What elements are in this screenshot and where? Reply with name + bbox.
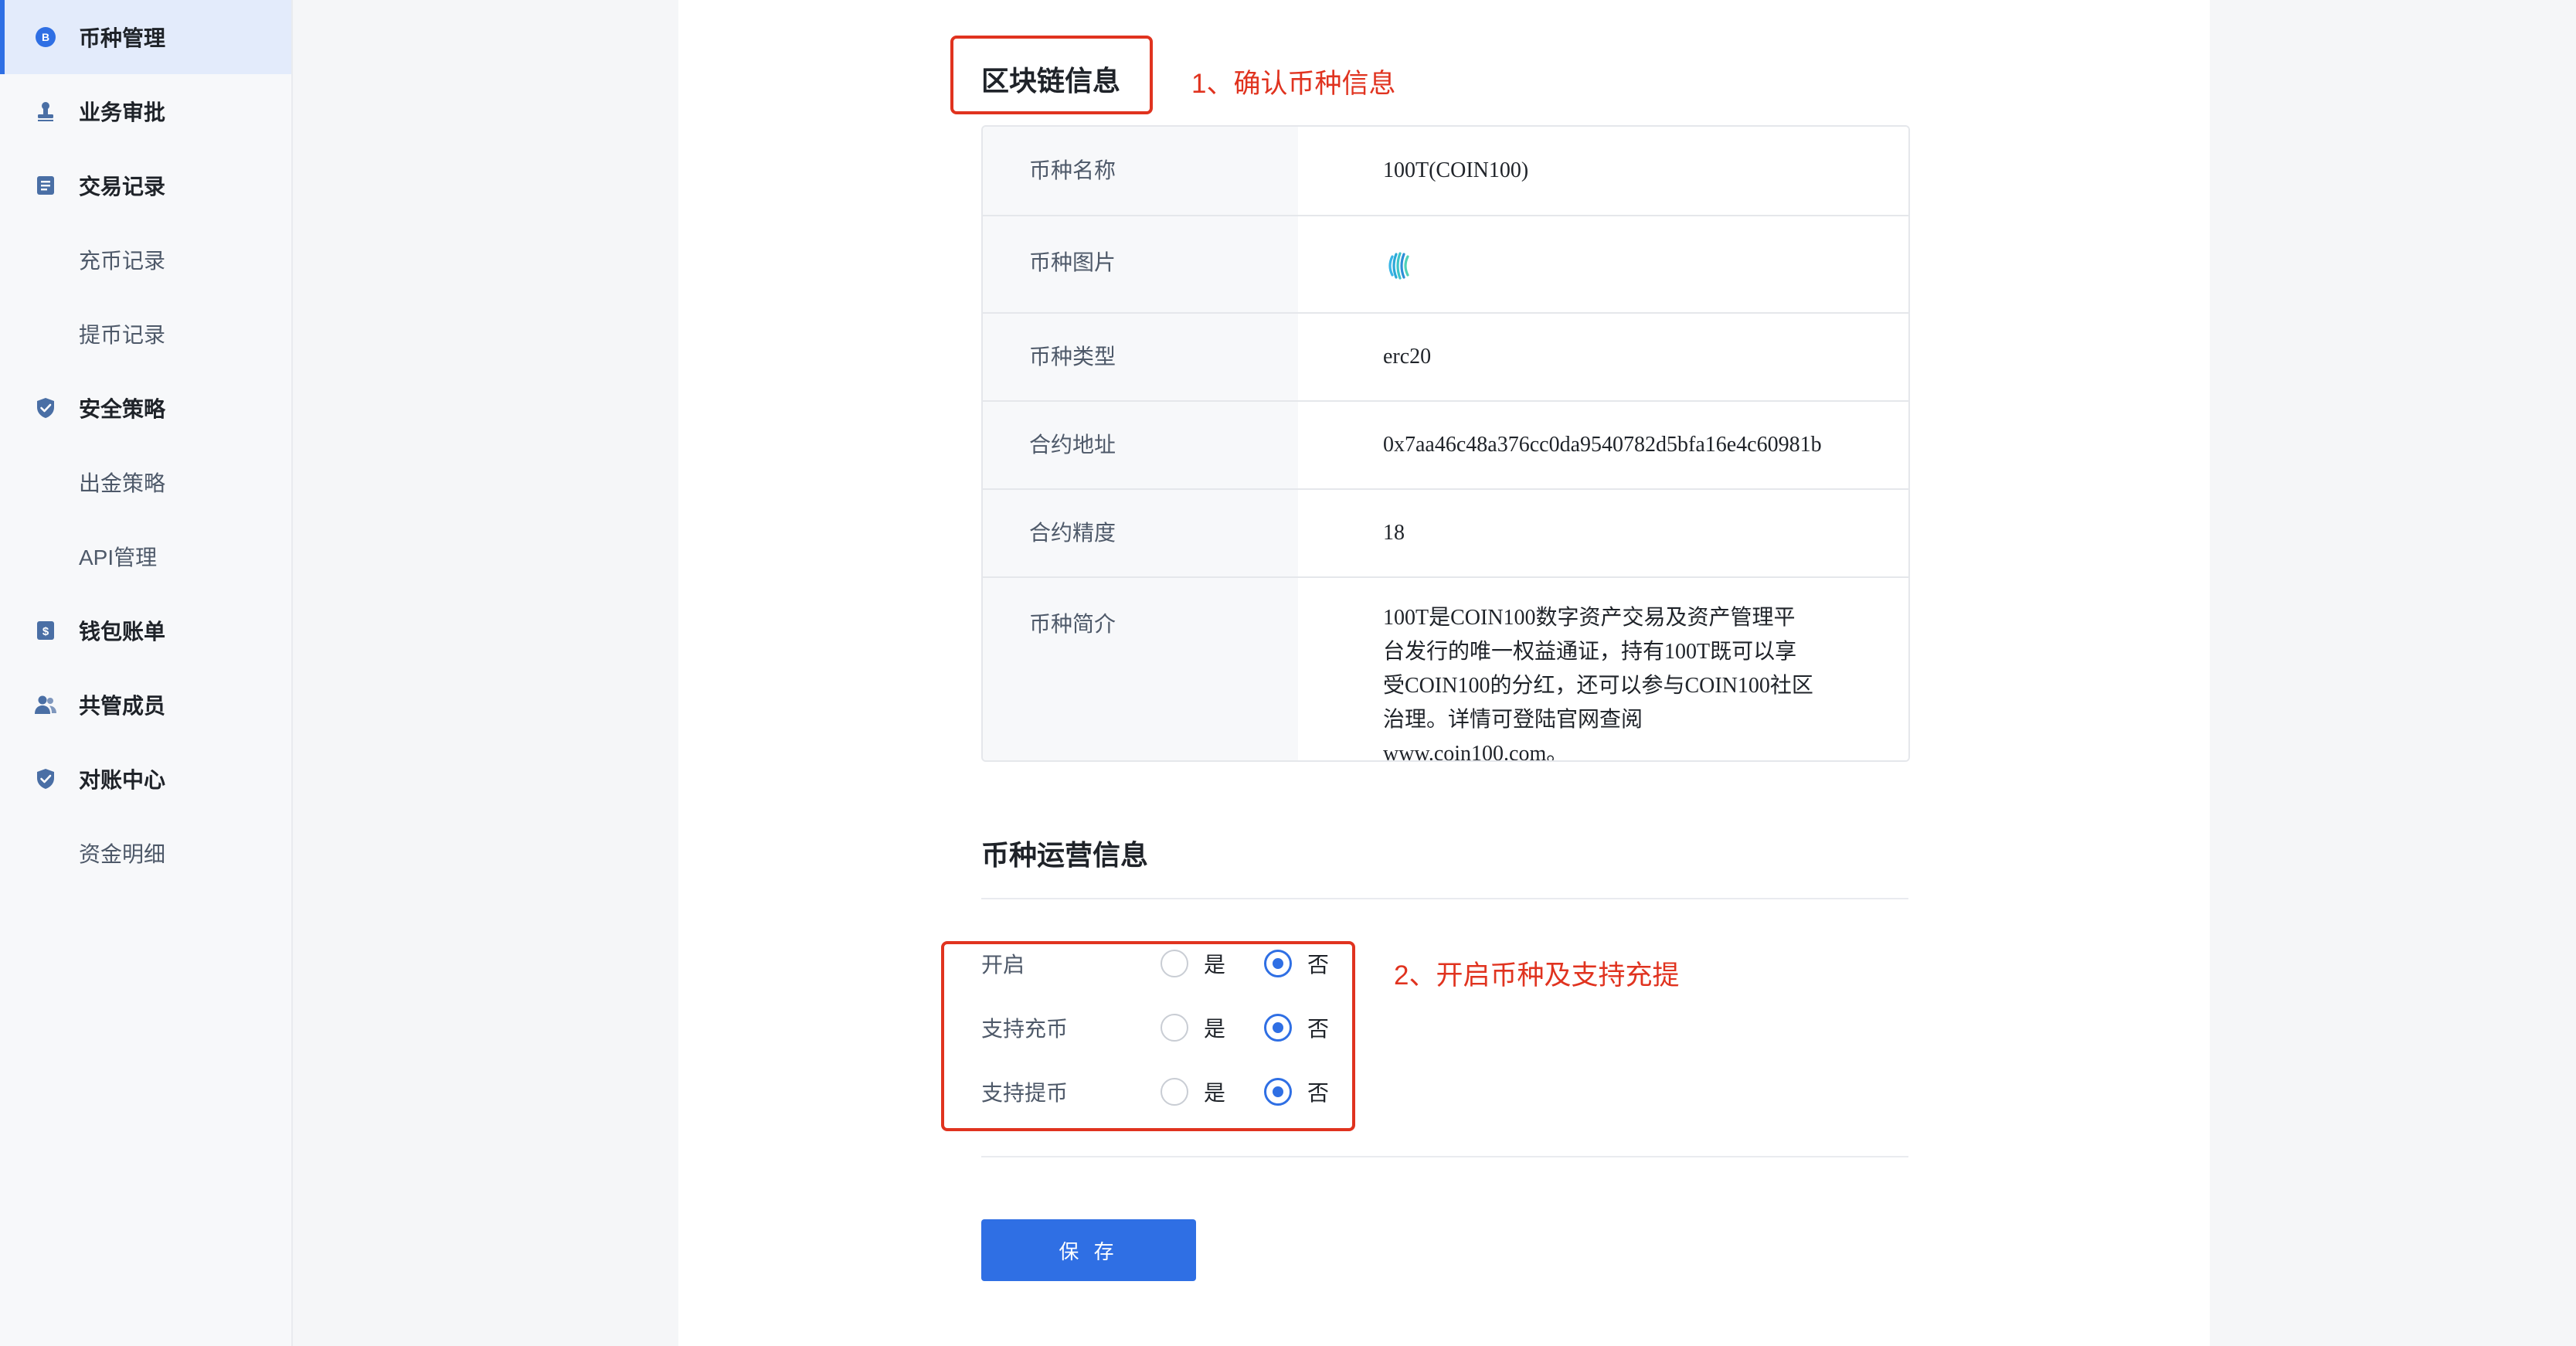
radio-enable-no[interactable]: 否 [1264,948,1329,979]
coin100-logo-icon [1383,249,1908,283]
info-value: 100T是COIN100数字资产交易及资产管理平台发行的唯一权益通证，持有100… [1298,578,1908,760]
sidebar-item-label: 出金策略 [79,471,166,495]
sidebar-item-label: 提币记录 [79,323,166,347]
section-divider [981,1156,1908,1157]
radio-label: 否 [1307,1017,1330,1041]
option-row-support-withdraw: 支持提币 是 否 [981,1072,1329,1111]
sidebar-item-label: API管理 [79,546,158,569]
radio-withdraw-no[interactable]: 否 [1264,1076,1329,1107]
info-label: 币种图片 [983,216,1298,312]
svg-text:$: $ [42,625,49,638]
info-label: 币种类型 [983,314,1298,400]
radio-circle[interactable] [1161,1014,1188,1042]
members-icon [34,693,57,716]
sidebar-item-api-management[interactable]: API管理 [0,519,291,593]
radio-circle-checked[interactable] [1264,1014,1293,1042]
sidebar-item-reconciliation-center[interactable]: 对账中心 [0,742,291,816]
radio-label: 是 [1204,1081,1226,1105]
info-row-contract-address: 合约地址 0x7aa46c48a376cc0da9540782d5bfa16e4… [983,402,1908,490]
shield-icon [34,396,57,420]
radio-deposit-no[interactable]: 否 [1264,1012,1329,1043]
coin-b-icon: B [34,25,57,49]
radio-enable-yes[interactable]: 是 [1161,948,1225,979]
sidebar-item-label: 钱包账单 [79,620,166,644]
sidebar-item-transaction-records[interactable]: 交易记录 [0,148,291,223]
sidebar-item-label: 对账中心 [79,768,166,792]
sidebar-item-co-managers[interactable]: 共管成员 [0,668,291,742]
info-row-coin-image: 币种图片 [983,216,1908,314]
radio-label: 否 [1307,1081,1330,1105]
radio-withdraw-yes[interactable]: 是 [1161,1076,1225,1107]
info-row-contract-precision: 合约精度 18 [983,490,1908,578]
sidebar-item-label: 业务审批 [79,100,166,124]
sidebar: B 币种管理 业务审批 交易记录 充币记录 提币记录 安全策略 出金策略 API… [0,0,293,1346]
wallet-bill-icon: $ [34,619,57,642]
sidebar-item-label: 安全策略 [79,397,166,421]
info-label: 合约精度 [983,490,1298,576]
annotation-enable-coin: 2、开启币种及支持充提 [1394,960,1680,991]
sidebar-item-business-approval[interactable]: 业务审批 [0,74,291,148]
info-row-coin-type: 币种类型 erc20 [983,314,1908,402]
radio-circle[interactable] [1161,1078,1188,1106]
option-row-support-deposit: 支持充币 是 否 [981,1008,1329,1047]
radio-label: 否 [1307,953,1330,977]
sidebar-item-label: 共管成员 [79,694,166,718]
info-value: erc20 [1298,314,1908,400]
sidebar-item-fund-details[interactable]: 资金明细 [0,816,291,890]
blockchain-info-table: 币种名称 100T(COIN100) 币种图片 币种类型 erc20 合约地址 … [981,125,1910,762]
info-row-coin-intro: 币种简介 100T是COIN100数字资产交易及资产管理平台发行的唯一权益通证，… [983,578,1908,760]
info-value: 100T(COIN100) [1298,127,1908,215]
radio-label: 是 [1204,1017,1226,1041]
sidebar-menu: B 币种管理 业务审批 交易记录 充币记录 提币记录 安全策略 出金策略 API… [0,0,291,890]
coin-operation-info-title: 币种运营信息 [981,839,1149,871]
info-value [1298,216,1908,312]
section-divider [981,898,1908,899]
sidebar-item-withdraw-records[interactable]: 提币记录 [0,297,291,371]
info-value: 0x7aa46c48a376cc0da9540782d5bfa16e4c6098… [1298,402,1908,488]
annotation-confirm-coin-info: 1、确认币种信息 [1191,69,1396,99]
radio-circle-checked[interactable] [1264,950,1293,977]
sidebar-item-withdrawal-policy[interactable]: 出金策略 [0,445,291,519]
option-label: 支持提币 [981,1081,1069,1105]
option-label: 支持充币 [981,1017,1069,1041]
sidebar-item-label: 币种管理 [79,26,166,50]
info-value: 18 [1298,490,1908,576]
info-label: 币种名称 [983,127,1298,215]
radio-circle-checked[interactable] [1264,1078,1293,1106]
sidebar-item-deposit-records[interactable]: 充币记录 [0,223,291,297]
sidebar-item-label: 资金明细 [79,842,166,866]
shield-check-icon [34,767,57,790]
option-row-enable: 开启 是 否 [981,944,1329,983]
svg-text:B: B [42,31,49,43]
sidebar-item-security-policy[interactable]: 安全策略 [0,371,291,445]
info-label: 合约地址 [983,402,1298,488]
sidebar-item-wallet-bill[interactable]: $ 钱包账单 [0,593,291,668]
radio-label: 是 [1204,953,1226,977]
info-label: 币种简介 [983,578,1298,760]
save-button[interactable]: 保 存 [981,1219,1196,1281]
radio-circle[interactable] [1161,950,1188,977]
sidebar-item-label: 交易记录 [79,175,166,199]
sidebar-item-coin-management[interactable]: B 币种管理 [0,0,291,74]
document-icon [34,174,57,197]
info-row-coin-name: 币种名称 100T(COIN100) [983,127,1908,216]
radio-deposit-yes[interactable]: 是 [1161,1012,1225,1043]
option-label: 开启 [981,953,1025,977]
stamp-icon [34,100,57,123]
blockchain-info-title: 区块链信息 [981,65,1121,97]
sidebar-item-label: 充币记录 [79,249,166,273]
